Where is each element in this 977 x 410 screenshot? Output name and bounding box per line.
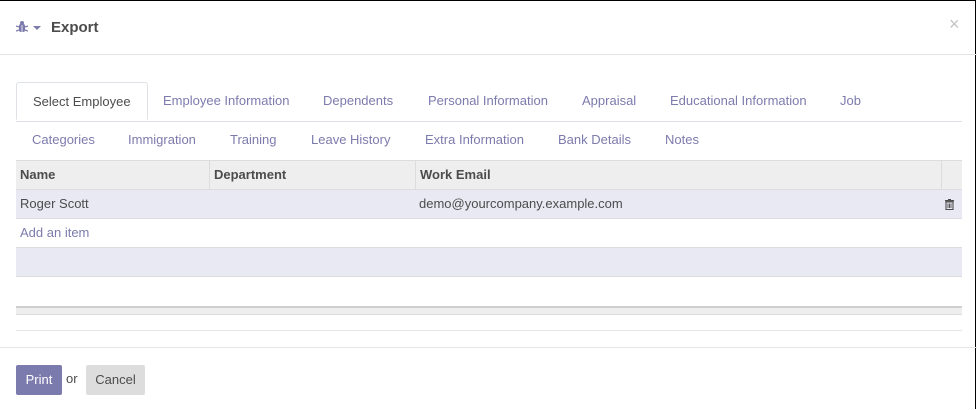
bug-icon[interactable] xyxy=(15,20,29,34)
employee-table: Name Department Work Email Roger Scott d… xyxy=(16,160,962,315)
tab-educational-information[interactable]: Educational Information xyxy=(654,82,823,120)
cell-work-email[interactable]: demo@yourcompany.example.com xyxy=(415,190,919,218)
tab-training[interactable]: Training xyxy=(214,121,292,159)
add-item-link[interactable]: Add an item xyxy=(20,219,89,247)
dialog-title: Export xyxy=(51,19,99,36)
column-header-work-email[interactable]: Work Email xyxy=(416,161,942,190)
print-button[interactable]: Print xyxy=(16,365,62,395)
tab-bar: Select Employee Employee Information Dep… xyxy=(16,82,962,160)
table-footer xyxy=(16,306,962,315)
table-row[interactable]: Roger Scott demo@yourcompany.example.com xyxy=(16,190,962,219)
tab-immigration[interactable]: Immigration xyxy=(112,121,212,159)
empty-row xyxy=(16,248,962,277)
or-label: or xyxy=(66,371,78,386)
tab-job[interactable]: Job xyxy=(824,82,877,120)
column-header-department[interactable]: Department xyxy=(210,161,416,190)
tab-appraisal[interactable]: Appraisal xyxy=(566,82,652,120)
tab-leave-history[interactable]: Leave History xyxy=(295,121,406,159)
caret-down-icon[interactable] xyxy=(33,26,41,30)
close-icon[interactable]: × xyxy=(949,15,960,33)
tab-bank-details[interactable]: Bank Details xyxy=(542,121,647,159)
cell-department[interactable] xyxy=(210,190,420,218)
cancel-button[interactable]: Cancel xyxy=(86,365,145,395)
tab-employee-information[interactable]: Employee Information xyxy=(147,82,305,120)
add-item-row: Add an item xyxy=(16,219,962,248)
tab-select-employee[interactable]: Select Employee xyxy=(16,82,148,120)
cell-name[interactable]: Roger Scott xyxy=(16,190,214,218)
trash-icon[interactable] xyxy=(945,198,954,211)
table-header: Name Department Work Email xyxy=(16,160,962,190)
dialog-footer: Print or Cancel xyxy=(0,347,977,409)
tab-dependents[interactable]: Dependents xyxy=(307,82,409,120)
tab-personal-information[interactable]: Personal Information xyxy=(412,82,564,120)
tab-extra-information[interactable]: Extra Information xyxy=(409,121,540,159)
divider xyxy=(16,330,962,331)
tab-categories[interactable]: Categories xyxy=(16,121,111,159)
empty-row xyxy=(16,277,962,306)
column-header-name[interactable]: Name xyxy=(16,161,210,190)
tab-notes[interactable]: Notes xyxy=(649,121,715,159)
dialog-header: Export × xyxy=(0,0,977,55)
